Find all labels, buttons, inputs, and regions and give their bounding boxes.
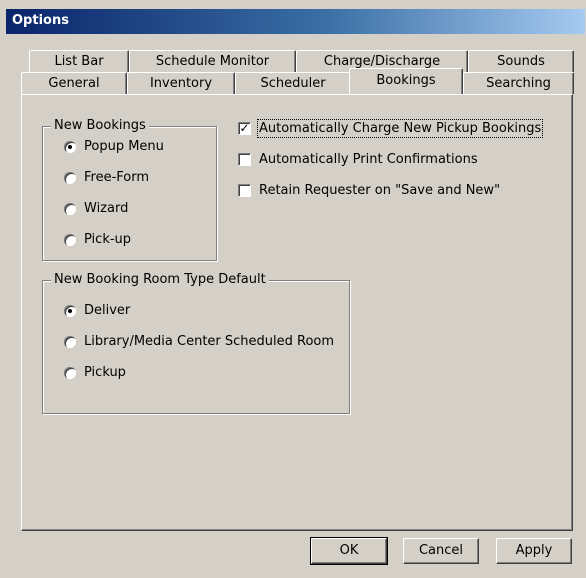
checkbox-box-icon[interactable]	[238, 153, 251, 166]
checkbox-auto-charge[interactable]: ✓ Automatically Charge New Pickup Bookin…	[238, 119, 544, 138]
tab-searching[interactable]: Searching	[463, 72, 574, 94]
ok-button[interactable]: OK	[310, 537, 388, 565]
radio-deliver[interactable]: Deliver	[64, 303, 130, 318]
radio-wizard[interactable]: Wizard	[64, 201, 128, 216]
radio-pick-up[interactable]: Pick-up	[64, 232, 131, 247]
radio-button-icon[interactable]	[64, 233, 76, 246]
check-icon[interactable]: ✓	[238, 122, 251, 135]
checkbox-retain-requester[interactable]: Retain Requester on "Save and New"	[238, 183, 500, 198]
radio-button-icon[interactable]	[64, 335, 76, 348]
radio-popup-menu[interactable]: Popup Menu	[64, 139, 164, 154]
radio-button-icon[interactable]	[64, 304, 76, 317]
window-title: Options	[12, 13, 69, 28]
radio-library-media-center[interactable]: Library/Media Center Scheduled Room	[64, 334, 334, 349]
new-bookings-legend: New Bookings	[51, 118, 149, 133]
cancel-button[interactable]: Cancel	[403, 538, 479, 564]
radio-button-icon[interactable]	[64, 140, 76, 153]
tab-schedule-monitor[interactable]: Schedule Monitor	[129, 50, 296, 72]
tab-inventory[interactable]: Inventory	[127, 72, 235, 94]
options-dialog: Options List Bar Schedule Monitor Charge…	[0, 0, 586, 578]
tab-list-bar[interactable]: List Bar	[29, 50, 129, 72]
room-type-default-legend: New Booking Room Type Default	[51, 272, 269, 287]
apply-button[interactable]: Apply	[496, 538, 572, 564]
title-bar[interactable]: Options	[6, 9, 585, 34]
radio-button-icon[interactable]	[64, 171, 76, 184]
radio-button-icon[interactable]	[64, 366, 76, 379]
radio-free-form[interactable]: Free-Form	[64, 170, 149, 185]
checkbox-box-icon[interactable]	[238, 184, 251, 197]
tab-general[interactable]: General	[21, 72, 127, 94]
tab-bookings[interactable]: Bookings	[349, 68, 463, 94]
radio-pickup[interactable]: Pickup	[64, 365, 126, 380]
tab-sounds[interactable]: Sounds	[468, 50, 574, 72]
checkbox-auto-print[interactable]: Automatically Print Confirmations	[238, 152, 478, 167]
tab-scheduler[interactable]: Scheduler	[235, 72, 351, 94]
radio-button-icon[interactable]	[64, 202, 76, 215]
